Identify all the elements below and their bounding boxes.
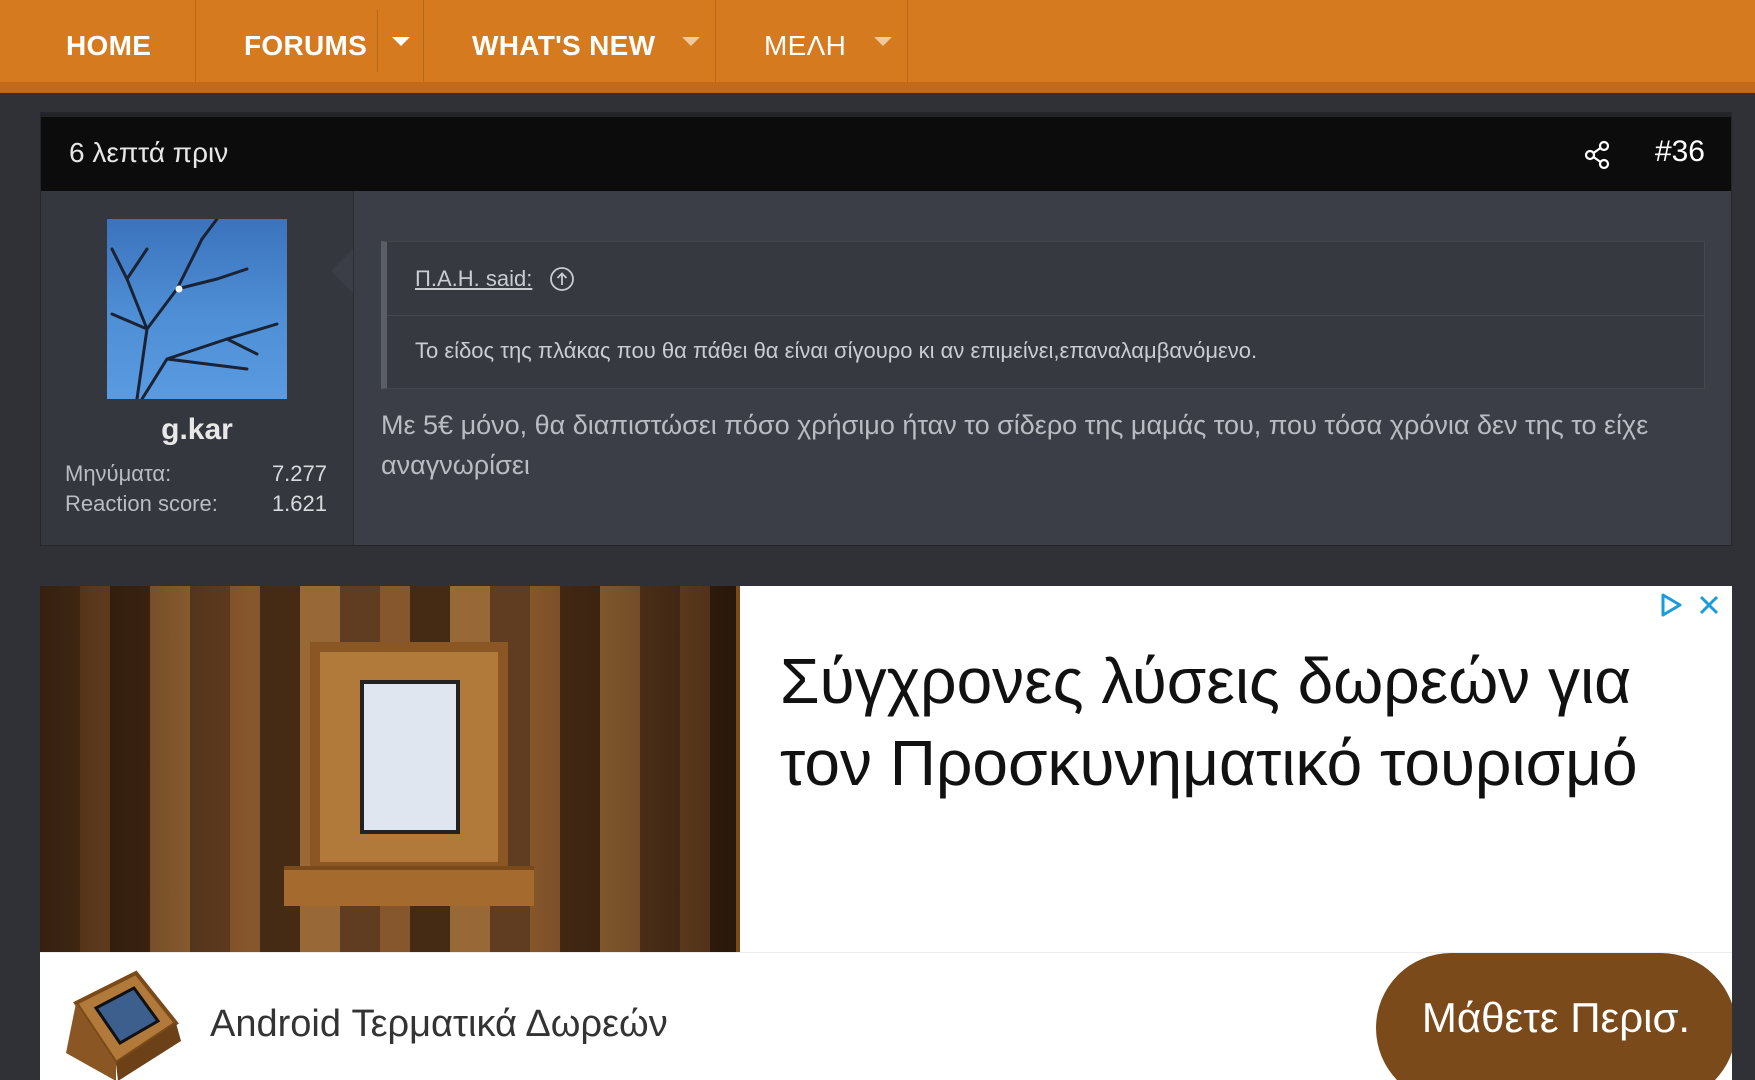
- nav-tab-home-label: HOME: [66, 30, 152, 61]
- post-message-body: Με 5€ μόνο, θα διαπιστώσει πόσο χρήσιμο …: [381, 410, 1649, 480]
- chevron-down-icon: [682, 36, 700, 46]
- whats-new-dropdown-toggle[interactable]: [668, 10, 714, 72]
- post-user-info: g.kar Μηνύματα: 7.277 Reaction score: 1.…: [41, 191, 354, 545]
- messages-stat: Μηνύματα: 7.277: [65, 461, 327, 487]
- quote-text: Το είδος της πλάκας που θα πάθει θα είνα…: [415, 338, 1258, 363]
- nav-bottom-bar: [0, 82, 1755, 92]
- nav-tab-home[interactable]: HOME: [18, 0, 196, 92]
- ad-product-frame: [310, 642, 508, 872]
- quote-header: Π.Α.Η. said:: [387, 242, 1704, 316]
- learn-more-button[interactable]: Μάθετε Περισ.: [1376, 953, 1732, 1080]
- quote-block: Π.Α.Η. said: Το είδος της πλάκας που θα …: [381, 241, 1705, 389]
- nav-tab-whats-new-label: WHAT'S NEW: [472, 30, 656, 61]
- nav-tab-forums-label: FORUMS: [244, 30, 368, 61]
- advertisement[interactable]: Σύγχρονες λύσεις δωρεών για τον Προσκυνη…: [40, 586, 1732, 1080]
- ad-product-base: [284, 866, 534, 906]
- messages-label: Μηνύματα:: [65, 461, 172, 486]
- close-icon[interactable]: [1696, 592, 1722, 618]
- share-icon[interactable]: [1581, 139, 1613, 171]
- top-navigation: HOME FORUMS WHAT'S NEW ΜΕΛΗ: [0, 0, 1755, 93]
- post-number-link[interactable]: #36: [1655, 135, 1705, 169]
- ad-thumbnail[interactable]: [56, 963, 186, 1080]
- messages-value: 7.277: [271, 461, 327, 486]
- ad-image[interactable]: [40, 586, 740, 952]
- members-dropdown-toggle[interactable]: [860, 10, 906, 72]
- reaction-score-value: 1.621: [271, 491, 327, 516]
- post-pointer-arrow: [331, 249, 353, 293]
- reaction-score-label: Reaction score:: [65, 491, 218, 516]
- forum-post: 6 λεπτά πριν #36 g.kar Μηνύματα: 7.277 R…: [40, 112, 1732, 546]
- ad-headline[interactable]: Σύγχρονες λύσεις δωρεών για τον Προσκυνη…: [780, 640, 1680, 804]
- reaction-score-stat: Reaction score: 1.621: [65, 491, 327, 517]
- arrow-up-circle-icon[interactable]: [549, 266, 575, 292]
- ad-product-screen: [360, 680, 460, 834]
- ad-footer: Android Τερματικά Δωρεών Μάθετε Περισ.: [40, 952, 1732, 1080]
- ad-brand-name[interactable]: Android Τερματικά Δωρεών: [210, 1003, 668, 1046]
- post-header: 6 λεπτά πριν #36: [41, 113, 1731, 191]
- chevron-down-icon: [392, 36, 410, 46]
- avatar-image: [110, 219, 279, 399]
- chevron-down-icon: [874, 36, 892, 46]
- forums-dropdown-toggle[interactable]: [377, 10, 424, 72]
- avatar[interactable]: [107, 219, 287, 399]
- quote-author-link[interactable]: Π.Α.Η. said:: [415, 266, 532, 292]
- post-timestamp[interactable]: 6 λεπτά πριν: [69, 137, 228, 169]
- nav-tab-members-label: ΜΕΛΗ: [764, 30, 847, 61]
- username[interactable]: g.kar: [41, 413, 353, 447]
- ad-choices-icon[interactable]: [1658, 592, 1684, 618]
